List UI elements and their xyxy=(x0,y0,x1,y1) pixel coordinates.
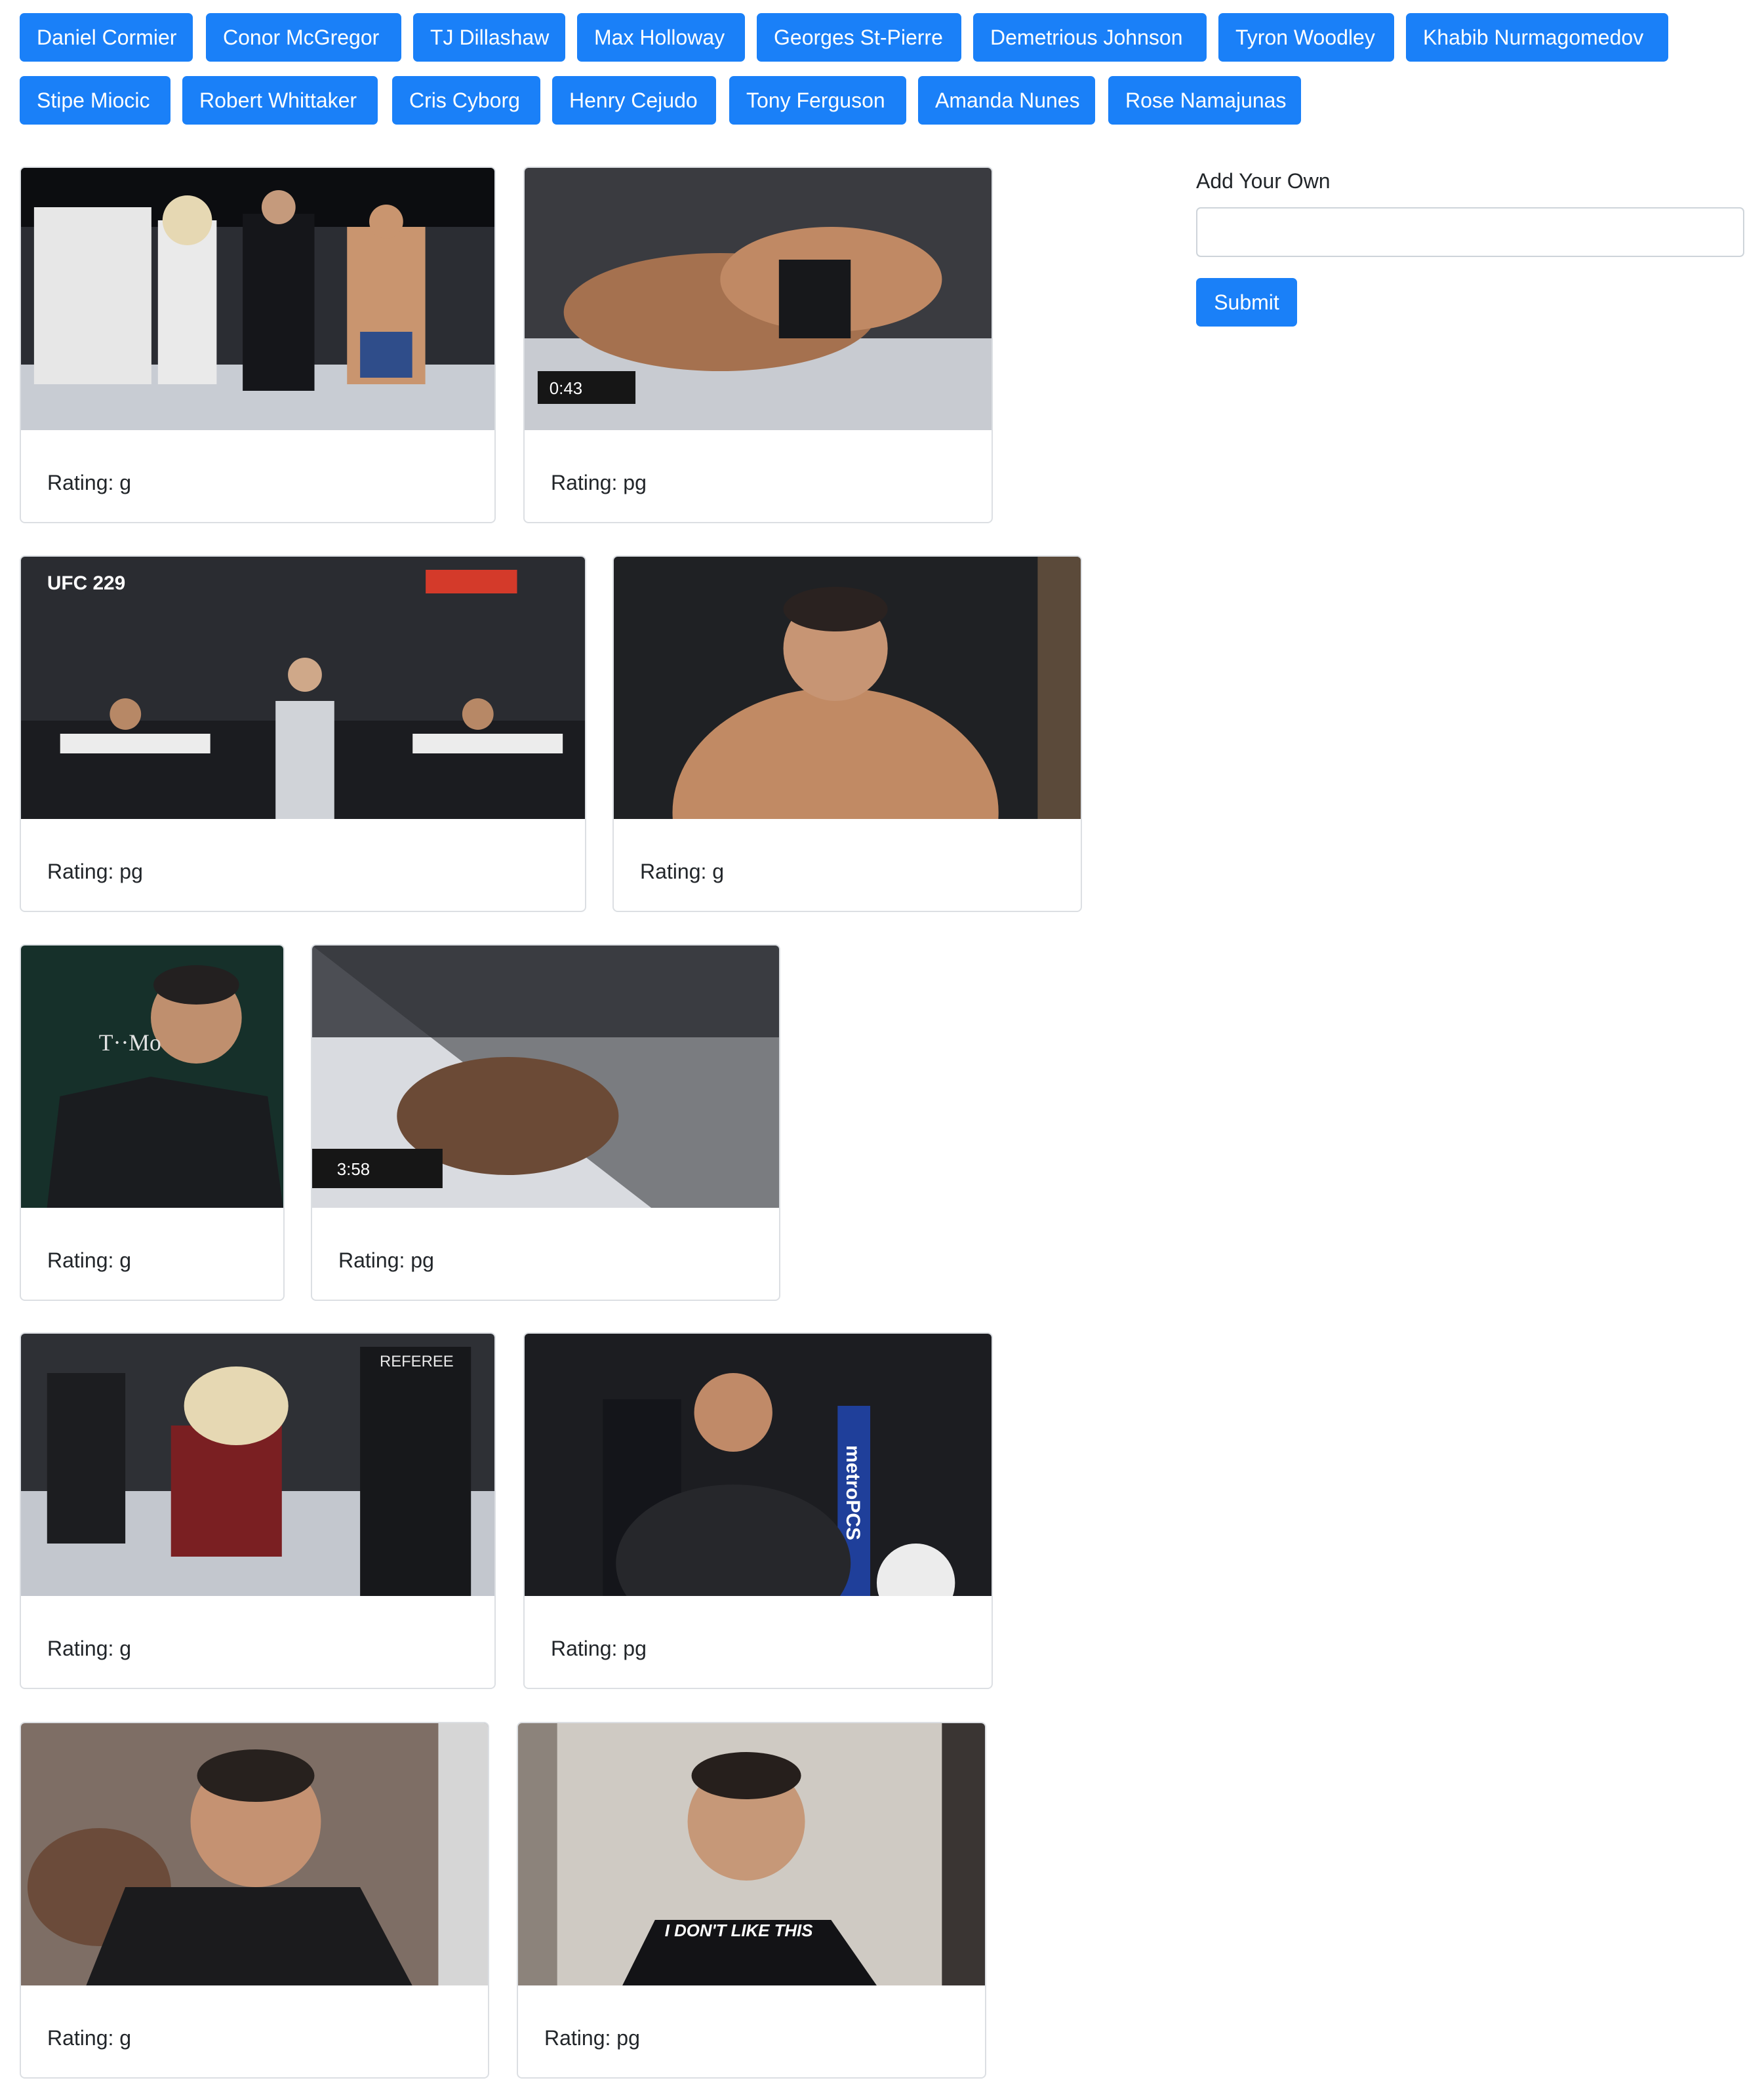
gif-card[interactable]: 3:58 Rating: pg xyxy=(311,944,780,1301)
gif-card[interactable]: REFEREE Rating: g xyxy=(20,1332,496,1689)
topic-button-stipe-miocic[interactable]: Stipe Miocic xyxy=(20,76,170,125)
rating-text: Rating: g xyxy=(47,471,132,494)
topic-button-robert-whittaker[interactable]: Robert Whittaker xyxy=(182,76,378,125)
gif-image xyxy=(21,168,494,430)
rating-text: Rating: g xyxy=(47,1248,132,1272)
gif-image: T··Mo xyxy=(21,946,283,1208)
gif-image xyxy=(21,1723,488,1985)
gif-card[interactable]: UFC 229 Rating: pg xyxy=(20,555,586,912)
topic-button-amanda-nunes[interactable]: Amanda Nunes xyxy=(918,76,1095,125)
topic-button-rose-namajunas[interactable]: Rose Namajunas xyxy=(1108,76,1301,125)
add-your-own-label: Add Your Own xyxy=(1196,169,1331,193)
rating-text: Rating: pg xyxy=(338,1248,434,1272)
topic-button-max-holloway[interactable]: Max Holloway xyxy=(577,13,745,62)
gif-overlay-text: 3:58 xyxy=(337,1161,370,1179)
gif-image: REFEREE xyxy=(21,1334,494,1596)
topic-button-conor-mcgregor[interactable]: Conor McGregor xyxy=(206,13,401,62)
gif-overlay-text: T··Mo xyxy=(99,1029,161,1056)
gif-card[interactable]: I DON'T LIKE THIS Rating: pg xyxy=(517,1722,986,2079)
gif-card[interactable]: T··Mo Rating: g xyxy=(20,944,285,1301)
topic-button-khabib-nurmagomedov[interactable]: Khabib Nurmagomedov xyxy=(1406,13,1668,62)
gif-card[interactable]: Rating: g xyxy=(20,1722,489,2079)
gif-overlay-text: REFEREE xyxy=(380,1353,454,1370)
add-topic-input[interactable] xyxy=(1196,207,1744,257)
gif-image: 0:43 xyxy=(525,168,992,430)
topic-button-henry-cejudo[interactable]: Henry Cejudo xyxy=(552,76,716,125)
topic-button-tony-ferguson[interactable]: Tony Ferguson xyxy=(729,76,906,125)
topic-button-georges-st-pierre[interactable]: Georges St-Pierre xyxy=(757,13,961,62)
topic-button-demetrious-johnson[interactable]: Demetrious Johnson xyxy=(973,13,1207,62)
submit-button[interactable]: Submit xyxy=(1196,278,1297,327)
topic-button-tyron-woodley[interactable]: Tyron Woodley xyxy=(1218,13,1394,62)
gif-image: 3:58 xyxy=(312,946,779,1208)
gif-image: UFC 229 xyxy=(21,557,585,819)
gif-image: I DON'T LIKE THIS xyxy=(518,1723,985,1985)
gif-overlay-text: I DON'T LIKE THIS xyxy=(665,1922,813,1940)
rating-text: Rating: g xyxy=(47,1637,132,1660)
gif-image xyxy=(614,557,1081,819)
gif-card[interactable]: 0:43 Rating: pg xyxy=(523,167,993,523)
gif-overlay-text: metroPCS xyxy=(842,1445,864,1540)
topic-button-tj-dillashaw[interactable]: TJ Dillashaw xyxy=(413,13,565,62)
gif-overlay-text: UFC 229 xyxy=(47,572,125,594)
gif-card[interactable]: metroPCS Rating: pg xyxy=(523,1332,993,1689)
rating-text: Rating: pg xyxy=(47,860,143,883)
gif-card[interactable]: Rating: g xyxy=(612,555,1082,912)
gif-image: metroPCS xyxy=(525,1334,992,1596)
gif-card[interactable]: Rating: g xyxy=(20,167,496,523)
rating-text: Rating: g xyxy=(640,860,725,883)
topic-button-daniel-cormier[interactable]: Daniel Cormier xyxy=(20,13,193,62)
rating-text: Rating: pg xyxy=(551,471,647,494)
rating-text: Rating: g xyxy=(47,2026,132,2050)
rating-text: Rating: pg xyxy=(544,2026,640,2050)
gif-overlay-text: 0:43 xyxy=(550,380,582,398)
rating-text: Rating: pg xyxy=(551,1637,647,1660)
topic-button-cris-cyborg[interactable]: Cris Cyborg xyxy=(392,76,540,125)
